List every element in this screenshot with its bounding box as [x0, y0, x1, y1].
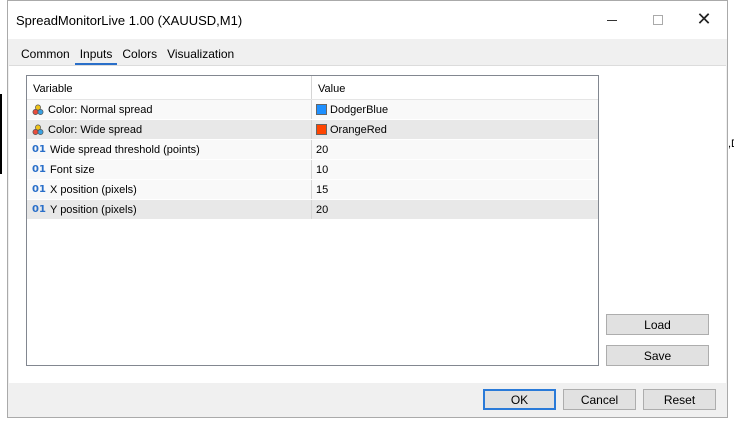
window-title: SpreadMonitorLive 1.00 (XAUUSD,M1) [16, 13, 243, 28]
tab-strip: Common Inputs Colors Visualization [16, 45, 239, 67]
ok-button[interactable]: OK [483, 389, 556, 410]
variable-label: Color: Normal spread [48, 103, 153, 116]
tab-inputs[interactable]: Inputs [74, 45, 118, 65]
value-cell[interactable]: OrangeRed [312, 120, 598, 139]
save-button[interactable]: Save [606, 345, 709, 366]
load-button[interactable]: Load [606, 314, 709, 335]
cancel-button[interactable]: Cancel [563, 389, 636, 410]
input-parameters-dialog: SpreadMonitorLive 1.00 (XAUUSD,M1) ✕ Com… [7, 0, 728, 418]
close-icon: ✕ [696, 9, 712, 30]
table-row[interactable]: Color: Normal spread DodgerBlue [27, 100, 598, 120]
color-swatch [316, 124, 327, 135]
value-text: DodgerBlue [330, 103, 389, 116]
table-row[interactable]: 01 X position (pixels) 15 [27, 180, 598, 200]
table-row[interactable]: 01 Wide spread threshold (points) 20 [27, 140, 598, 160]
title-bar[interactable]: SpreadMonitorLive 1.00 (XAUUSD,M1) ✕ [8, 1, 727, 39]
grid-header: Variable Value [27, 76, 598, 100]
tab-colors[interactable]: Colors [117, 45, 162, 65]
value-cell[interactable]: DodgerBlue [312, 100, 598, 119]
variable-label: Font size [50, 163, 95, 176]
value-cell[interactable]: 15 [312, 180, 598, 199]
variable-cell: 01 Font size [27, 160, 312, 179]
value-text: OrangeRed [330, 123, 387, 136]
value-text: 20 [316, 143, 329, 156]
background-fragment-text: ,D [728, 138, 734, 150]
variable-label: X position (pixels) [50, 183, 137, 196]
variable-label: Y position (pixels) [50, 203, 137, 216]
color-palette-icon [32, 124, 44, 136]
variable-cell: Color: Wide spread [27, 120, 312, 139]
inputs-tab-panel: Variable Value Color: Normal spread Dodg… [9, 65, 726, 383]
value-cell[interactable]: 20 [312, 140, 598, 159]
table-row[interactable]: 01 Font size 10 [27, 160, 598, 180]
color-swatch [316, 104, 327, 115]
variable-cell: 01 Y position (pixels) [27, 200, 312, 219]
table-row[interactable]: Color: Wide spread OrangeRed [27, 120, 598, 140]
minimize-icon [607, 19, 617, 21]
value-cell[interactable]: 10 [312, 160, 598, 179]
numeric-icon: 01 [32, 164, 46, 175]
value-text: 15 [316, 183, 329, 196]
column-header-value[interactable]: Value [312, 76, 598, 99]
background-window-edge [0, 94, 2, 174]
variable-cell: 01 Wide spread threshold (points) [27, 140, 312, 159]
maximize-icon [653, 15, 663, 25]
variable-label: Wide spread threshold (points) [50, 143, 200, 156]
tab-common[interactable]: Common [16, 45, 75, 65]
value-cell[interactable]: 20 [312, 200, 598, 219]
minimize-button[interactable] [589, 1, 635, 39]
close-button[interactable]: ✕ [681, 1, 727, 39]
value-text: 10 [316, 163, 329, 176]
inputs-grid: Variable Value Color: Normal spread Dodg… [26, 75, 599, 366]
numeric-icon: 01 [32, 144, 46, 155]
variable-label: Color: Wide spread [48, 123, 143, 136]
numeric-icon: 01 [32, 184, 46, 195]
tab-visualization[interactable]: Visualization [162, 45, 239, 65]
variable-cell: Color: Normal spread [27, 100, 312, 119]
variable-cell: 01 X position (pixels) [27, 180, 312, 199]
table-row[interactable]: 01 Y position (pixels) 20 [27, 200, 598, 220]
color-palette-icon [32, 104, 44, 116]
maximize-button[interactable] [635, 1, 681, 39]
value-text: 20 [316, 203, 329, 216]
numeric-icon: 01 [32, 204, 46, 215]
column-header-variable[interactable]: Variable [27, 76, 312, 99]
reset-button[interactable]: Reset [643, 389, 716, 410]
